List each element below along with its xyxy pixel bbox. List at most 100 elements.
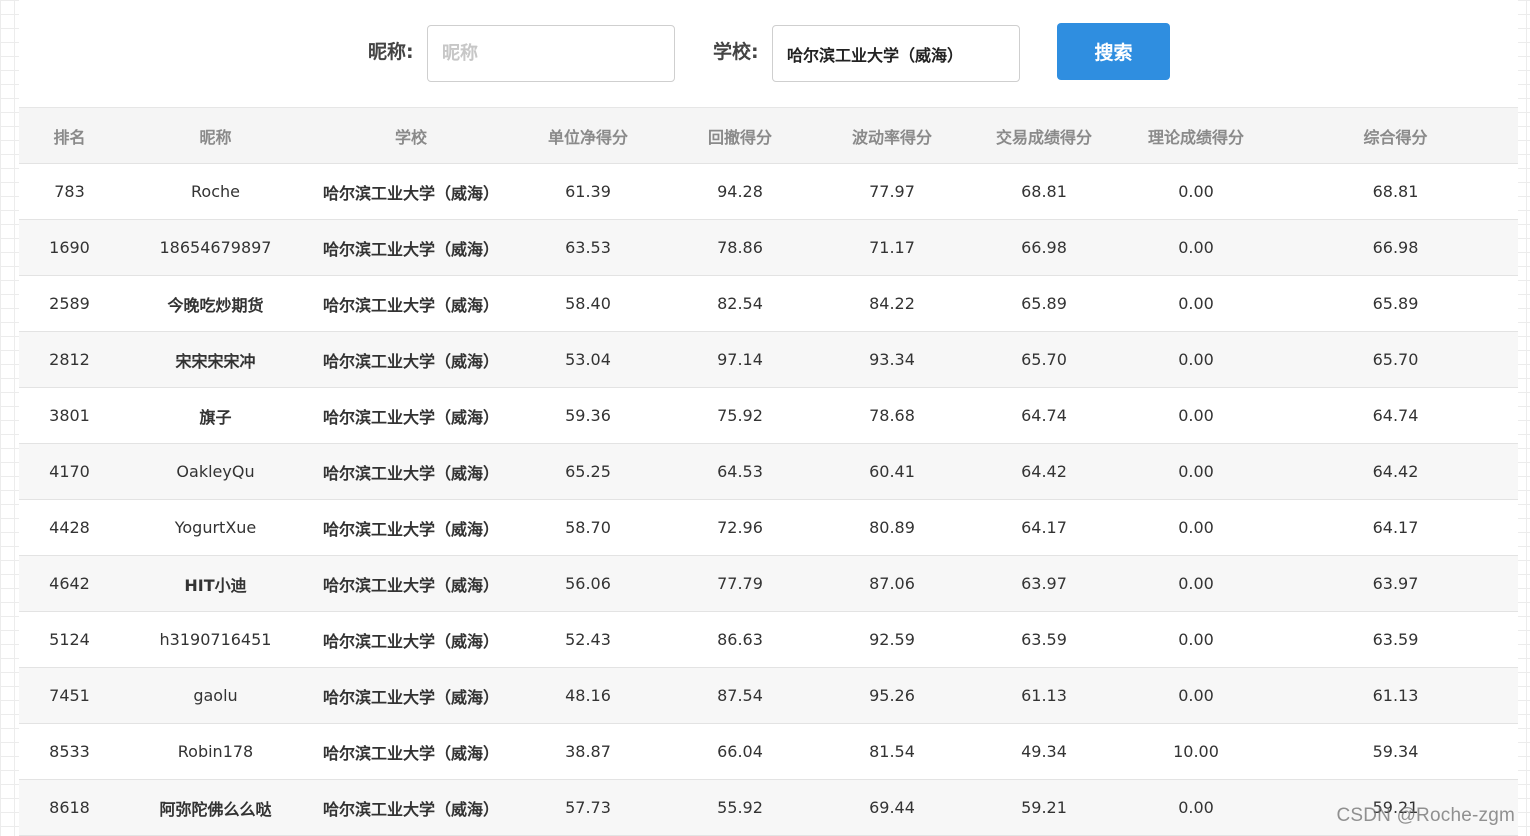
school-cell: 哈尔滨工业大学（威海） <box>311 667 511 724</box>
theory-score-cell: 0.00 <box>1119 667 1273 724</box>
trading-score-cell: 64.17 <box>969 499 1119 556</box>
theory-score-cell: 0.00 <box>1119 555 1273 612</box>
table-row[interactable]: 783 Roche 哈尔滨工业大学（威海） 61.39 94.28 77.97 … <box>19 163 1518 220</box>
school-cell: 哈尔滨工业大学（威海） <box>311 555 511 612</box>
trading-score-cell: 68.81 <box>969 163 1119 220</box>
ranking-table: 排名 昵称 学校 单位净得分 回撤得分 波动率得分 交易成绩得分 理论成绩得分 … <box>19 108 1518 836</box>
header-volatility-score[interactable]: 波动率得分 <box>815 108 969 164</box>
unit-net-score-cell: 63.53 <box>511 219 665 276</box>
unit-net-score-cell: 52.43 <box>511 611 665 668</box>
nickname-cell: gaolu <box>120 667 311 724</box>
table-row[interactable]: 8618 阿弥陀佛么么哒 哈尔滨工业大学（威海） 57.73 55.92 69.… <box>19 779 1518 836</box>
school-input[interactable] <box>772 25 1020 82</box>
header-school[interactable]: 学校 <box>311 108 511 164</box>
rank-cell: 2812 <box>19 331 120 388</box>
drawdown-score-cell: 86.63 <box>665 611 815 668</box>
nickname-input[interactable] <box>427 25 675 82</box>
theory-score-cell: 0.00 <box>1119 499 1273 556</box>
volatility-score-cell: 95.26 <box>815 667 969 724</box>
nickname-cell: HIT小迪 <box>120 555 311 612</box>
total-score-cell: 64.42 <box>1273 443 1518 500</box>
header-rank[interactable]: 排名 <box>19 108 120 164</box>
header-nickname[interactable]: 昵称 <box>120 108 311 164</box>
volatility-score-cell: 84.22 <box>815 275 969 332</box>
unit-net-score-cell: 57.73 <box>511 779 665 836</box>
nickname-cell: 今晚吃炒期货 <box>120 275 311 332</box>
nickname-cell: h3190716451 <box>120 611 311 668</box>
table-row[interactable]: 4642 HIT小迪 哈尔滨工业大学（威海） 56.06 77.79 87.06… <box>19 555 1518 612</box>
theory-score-cell: 10.00 <box>1119 723 1273 780</box>
rank-cell: 4170 <box>19 443 120 500</box>
header-total-score[interactable]: 综合得分 <box>1273 108 1518 164</box>
table-row[interactable]: 8533 Robin178 哈尔滨工业大学（威海） 38.87 66.04 81… <box>19 723 1518 780</box>
search-button[interactable]: 搜索 <box>1057 23 1170 80</box>
theory-score-cell: 0.00 <box>1119 163 1273 220</box>
rank-cell: 4428 <box>19 499 120 556</box>
trading-score-cell: 63.97 <box>969 555 1119 612</box>
table-row[interactable]: 5124 h3190716451 哈尔滨工业大学（威海） 52.43 86.63… <box>19 611 1518 668</box>
school-cell: 哈尔滨工业大学（威海） <box>311 163 511 220</box>
drawdown-score-cell: 78.86 <box>665 219 815 276</box>
table-row[interactable]: 7451 gaolu 哈尔滨工业大学（威海） 48.16 87.54 95.26… <box>19 667 1518 724</box>
unit-net-score-cell: 61.39 <box>511 163 665 220</box>
trading-score-cell: 66.98 <box>969 219 1119 276</box>
unit-net-score-cell: 48.16 <box>511 667 665 724</box>
table-row[interactable]: 1690 18654679897 哈尔滨工业大学（威海） 63.53 78.86… <box>19 219 1518 276</box>
trading-score-cell: 49.34 <box>969 723 1119 780</box>
volatility-score-cell: 78.68 <box>815 387 969 444</box>
header-drawdown-score[interactable]: 回撤得分 <box>665 108 815 164</box>
total-score-cell: 65.89 <box>1273 275 1518 332</box>
trading-score-cell: 63.59 <box>969 611 1119 668</box>
rank-cell: 5124 <box>19 611 120 668</box>
csdn-watermark: CSDN @Roche-zgm <box>1336 805 1515 826</box>
volatility-score-cell: 80.89 <box>815 499 969 556</box>
total-score-cell: 61.13 <box>1273 667 1518 724</box>
school-cell: 哈尔滨工业大学（威海） <box>311 219 511 276</box>
total-score-cell: 66.98 <box>1273 219 1518 276</box>
nickname-cell: 18654679897 <box>120 219 311 276</box>
rank-cell: 7451 <box>19 667 120 724</box>
total-score-cell: 64.74 <box>1273 387 1518 444</box>
trading-score-cell: 64.42 <box>969 443 1119 500</box>
table-row[interactable]: 4170 OakleyQu 哈尔滨工业大学（威海） 65.25 64.53 60… <box>19 443 1518 500</box>
rank-cell: 8618 <box>19 779 120 836</box>
drawdown-score-cell: 94.28 <box>665 163 815 220</box>
drawdown-score-cell: 55.92 <box>665 779 815 836</box>
drawdown-score-cell: 66.04 <box>665 723 815 780</box>
nickname-label: 昵称: <box>368 41 414 63</box>
unit-net-score-cell: 58.40 <box>511 275 665 332</box>
header-trading-score[interactable]: 交易成绩得分 <box>969 108 1119 164</box>
table-row[interactable]: 2812 宋宋宋宋冲 哈尔滨工业大学（威海） 53.04 97.14 93.34… <box>19 331 1518 388</box>
volatility-score-cell: 71.17 <box>815 219 969 276</box>
volatility-score-cell: 77.97 <box>815 163 969 220</box>
theory-score-cell: 0.00 <box>1119 219 1273 276</box>
volatility-score-cell: 93.34 <box>815 331 969 388</box>
nickname-cell: 旗子 <box>120 387 311 444</box>
nickname-cell: OakleyQu <box>120 443 311 500</box>
school-label: 学校: <box>713 41 759 63</box>
nickname-cell: Robin178 <box>120 723 311 780</box>
volatility-score-cell: 69.44 <box>815 779 969 836</box>
nickname-cell: YogurtXue <box>120 499 311 556</box>
table-row[interactable]: 4428 YogurtXue 哈尔滨工业大学（威海） 58.70 72.96 8… <box>19 499 1518 556</box>
table-row[interactable]: 2589 今晚吃炒期货 哈尔滨工业大学（威海） 58.40 82.54 84.2… <box>19 275 1518 332</box>
trading-score-cell: 61.13 <box>969 667 1119 724</box>
school-cell: 哈尔滨工业大学（威海） <box>311 331 511 388</box>
volatility-score-cell: 87.06 <box>815 555 969 612</box>
unit-net-score-cell: 65.25 <box>511 443 665 500</box>
header-unit-net-score[interactable]: 单位净得分 <box>511 108 665 164</box>
table-header-row: 排名 昵称 学校 单位净得分 回撤得分 波动率得分 交易成绩得分 理论成绩得分 … <box>19 108 1518 164</box>
drawdown-score-cell: 64.53 <box>665 443 815 500</box>
school-cell: 哈尔滨工业大学（威海） <box>311 611 511 668</box>
theory-score-cell: 0.00 <box>1119 779 1273 836</box>
theory-score-cell: 0.00 <box>1119 387 1273 444</box>
theory-score-cell: 0.00 <box>1119 443 1273 500</box>
theory-score-cell: 0.00 <box>1119 611 1273 668</box>
volatility-score-cell: 81.54 <box>815 723 969 780</box>
total-score-cell: 63.97 <box>1273 555 1518 612</box>
header-theory-score[interactable]: 理论成绩得分 <box>1119 108 1273 164</box>
drawdown-score-cell: 77.79 <box>665 555 815 612</box>
total-score-cell: 64.17 <box>1273 499 1518 556</box>
school-cell: 哈尔滨工业大学（威海） <box>311 779 511 836</box>
table-row[interactable]: 3801 旗子 哈尔滨工业大学（威海） 59.36 75.92 78.68 64… <box>19 387 1518 444</box>
